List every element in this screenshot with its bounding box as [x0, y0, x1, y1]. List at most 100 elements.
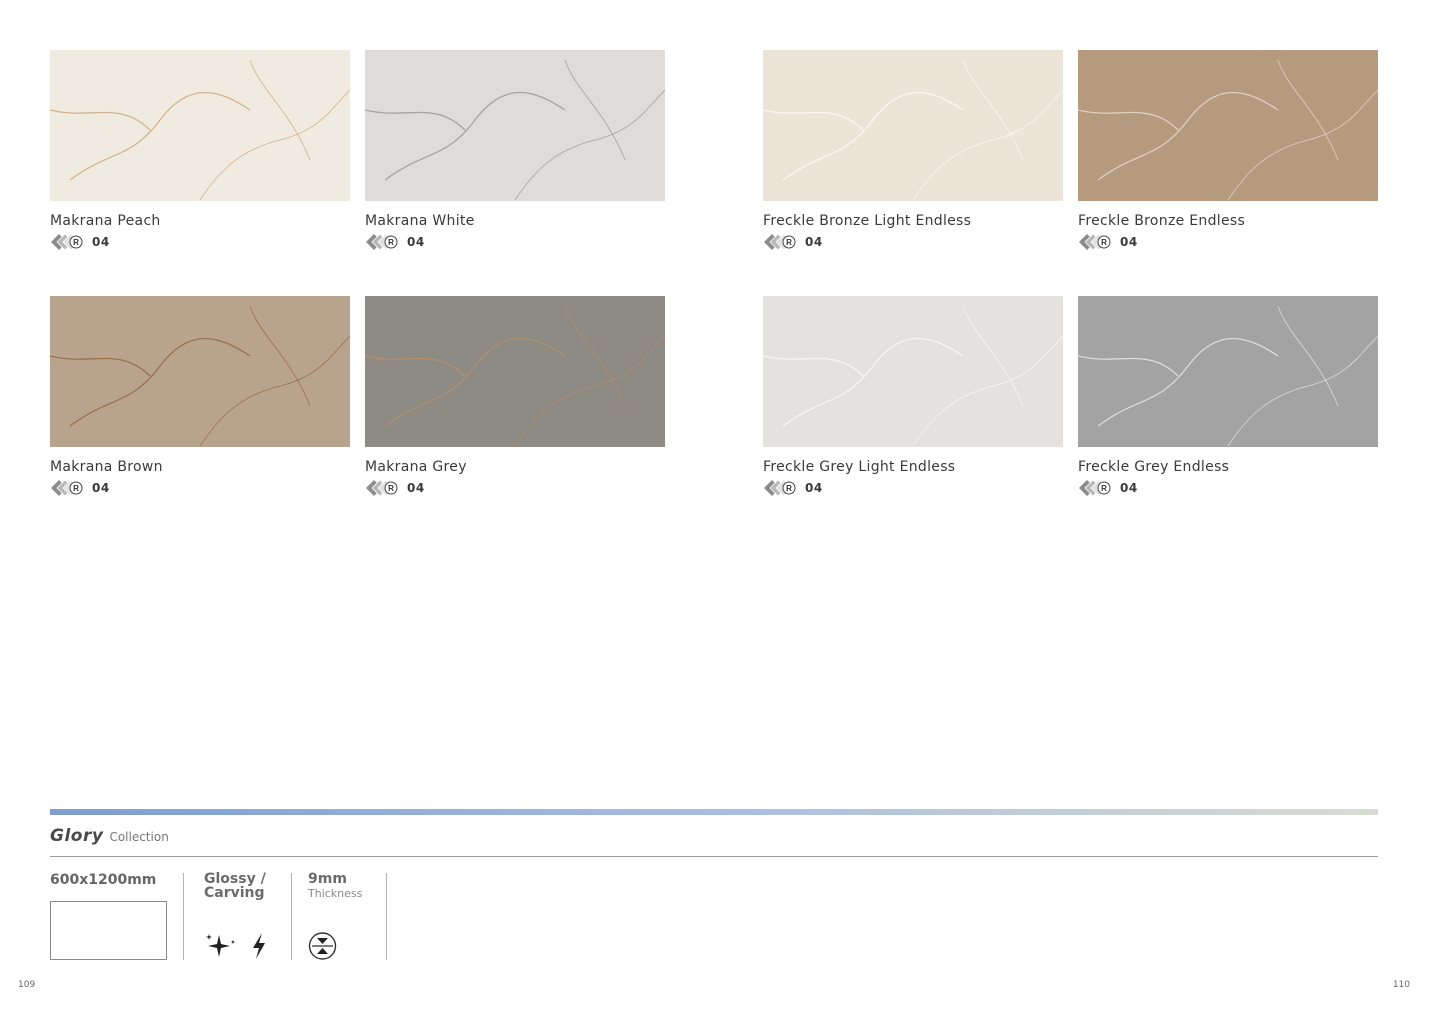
tile-faces: 04: [805, 235, 823, 249]
bolt-icon: [253, 933, 265, 959]
random-faces-icon: R: [50, 479, 86, 497]
svg-text:R: R: [786, 238, 792, 247]
marble-vein: [763, 355, 864, 377]
tile-faces: 04: [407, 481, 425, 495]
svg-text:R: R: [388, 238, 394, 247]
tile-freckle-bronze-light-endless[interactable]: Freckle Bronze Light Endless R 04: [763, 50, 1063, 251]
tile-name: Freckle Bronze Endless: [1078, 213, 1246, 229]
sparkle-icon: [206, 934, 235, 957]
svg-text:R: R: [786, 484, 792, 493]
random-faces-icon: R: [365, 233, 401, 251]
marble-veins: [1078, 305, 1378, 447]
tile-swatch: [50, 50, 350, 201]
svg-text:R: R: [73, 484, 79, 493]
marble-veins: [50, 59, 350, 201]
marble-veins: [763, 305, 1063, 447]
marble-vein: [1097, 338, 1279, 427]
tile-swatch: [763, 50, 1063, 201]
marble-vein: [564, 59, 626, 161]
divider: [183, 873, 184, 960]
marble-vein: [249, 305, 311, 407]
divider: [386, 873, 387, 960]
svg-text:R: R: [73, 238, 79, 247]
tile-makrana-grey[interactable]: Makrana Grey R 04: [365, 296, 665, 497]
marble-vein: [1277, 305, 1339, 407]
marble-vein: [782, 338, 964, 427]
tile-makrana-white[interactable]: Makrana White R 04: [365, 50, 665, 251]
tile-faces: 04: [1120, 481, 1138, 495]
marble-vein: [564, 305, 626, 407]
divider: [50, 856, 1378, 857]
marble-vein: [782, 92, 964, 181]
marble-veins: [50, 305, 350, 447]
tile-freckle-bronze-endless[interactable]: Freckle Bronze Endless R 04: [1078, 50, 1378, 251]
marble-vein: [514, 335, 665, 447]
random-faces-icon: R: [365, 479, 401, 497]
marble-vein: [1227, 89, 1378, 201]
tile-size: 600x1200mm: [50, 872, 157, 888]
marble-vein: [514, 89, 665, 201]
marble-vein: [1097, 92, 1279, 181]
tile-name: Freckle Grey Light Endless: [763, 459, 956, 475]
tile-name: Makrana Brown: [50, 459, 163, 475]
svg-text:R: R: [388, 484, 394, 493]
marble-vein: [384, 92, 566, 181]
marble-veins: [365, 305, 665, 447]
tile-swatch: [763, 296, 1063, 447]
marble-vein: [962, 59, 1024, 161]
marble-vein: [69, 338, 251, 427]
tile-name: Makrana Peach: [50, 213, 161, 229]
tile-meta: R 04: [365, 233, 665, 251]
tile-freckle-grey-endless[interactable]: Freckle Grey Endless R 04: [1078, 296, 1378, 497]
finish-line-2: Carving: [204, 885, 265, 901]
tile-faces: 04: [92, 481, 110, 495]
random-faces-icon: R: [1078, 479, 1114, 497]
thickness-label: Thickness: [308, 887, 363, 900]
marble-vein: [1078, 109, 1179, 131]
marble-vein: [199, 89, 350, 201]
tile-meta: R 04: [1078, 479, 1378, 497]
marble-veins: [763, 59, 1063, 201]
tile-faces: 04: [1120, 235, 1138, 249]
marble-vein: [1227, 335, 1378, 447]
tile-makrana-brown[interactable]: Makrana Brown R 04: [50, 296, 350, 497]
tile-freckle-grey-light-endless[interactable]: Freckle Grey Light Endless R 04: [763, 296, 1063, 497]
finish-line-1: Glossy /: [204, 871, 266, 887]
tile-swatch: [365, 296, 665, 447]
tile-name: Makrana Grey: [365, 459, 467, 475]
marble-vein: [365, 355, 466, 377]
tile-size-diagram: [50, 901, 167, 960]
tile-meta: R 04: [1078, 233, 1378, 251]
random-faces-icon: R: [763, 479, 799, 497]
marble-vein: [50, 109, 151, 131]
tile-meta: R 04: [50, 479, 350, 497]
tile-meta: R 04: [50, 233, 350, 251]
collection-label: Collection: [109, 830, 169, 844]
tile-name: Makrana White: [365, 213, 475, 229]
tile-swatch: [50, 296, 350, 447]
tile-makrana-peach[interactable]: Makrana Peach R 04: [50, 50, 350, 251]
marble-vein: [962, 305, 1024, 407]
marble-vein: [249, 59, 311, 161]
marble-vein: [199, 335, 350, 447]
tile-swatch: [1078, 50, 1378, 201]
page-number-right: 110: [1392, 980, 1410, 990]
marble-vein: [763, 109, 864, 131]
marble-vein: [365, 109, 466, 131]
collection-name: Glory: [50, 826, 104, 846]
tile-swatch: [1078, 296, 1378, 447]
marble-vein: [50, 355, 151, 377]
svg-text:R: R: [1101, 238, 1107, 247]
marble-veins: [1078, 59, 1378, 201]
marble-vein: [69, 92, 251, 181]
collection-heading: Glory Collection: [50, 826, 169, 846]
tile-meta: R 04: [763, 233, 1063, 251]
tile-swatch: [365, 50, 665, 201]
marble-veins: [365, 59, 665, 201]
random-faces-icon: R: [50, 233, 86, 251]
thickness-value: 9mm: [308, 871, 347, 887]
marble-vein: [384, 338, 566, 427]
page-number-left: 109: [18, 980, 36, 990]
marble-vein: [1277, 59, 1339, 161]
marble-vein: [912, 89, 1063, 201]
